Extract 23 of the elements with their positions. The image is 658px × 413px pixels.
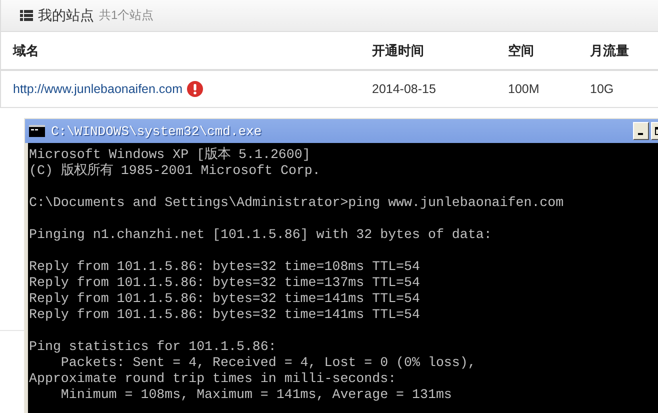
- panel-title: 我的站点: [38, 6, 94, 24]
- console-line: (C) 版权所有 1985-2001 Microsoft Corp.: [29, 163, 322, 179]
- console-line: Minimum = 108ms, Maximum = 141ms, Average = 131ms: [60, 387, 453, 403]
- console-line: Approximate round trip times in milli-seconds:: [29, 371, 398, 387]
- console-line: C:\Documents and Settings\Administrator>ping www.junlebaonaifen.com: [29, 195, 565, 211]
- console-line: Packets: Sent = 4, Received = 4, Lost = 0 (0% loss),: [60, 355, 477, 371]
- site-count: 共1个站点: [99, 7, 154, 24]
- column-header: 域名: [13, 42, 40, 60]
- table-cell-text: 100M: [508, 82, 540, 96]
- console-line: Reply from 101.1.5.86: bytes=32 time=141ms TTL=54: [29, 307, 421, 323]
- console-line: Reply from 101.1.5.86: bytes=32 time=108ms TTL=54: [29, 259, 421, 275]
- console-line: Microsoft Windows XP [版本 5.1.2600]: [29, 147, 312, 163]
- console-line: Pinging n1.chanzhi.net [101.1.5.86] with 32 bytes of data:: [29, 227, 493, 243]
- table-cell-text: 10G: [590, 82, 615, 96]
- window-title: C:\WINDOWS\system32\cmd.exe: [51, 124, 262, 138]
- table-cell-text: 2014-08-15: [372, 82, 437, 96]
- column-header: 月流量: [590, 42, 630, 60]
- console-line: Ping statistics for 101.1.5.86:: [29, 339, 278, 355]
- console-line: Reply from 101.1.5.86: bytes=32 time=141ms TTL=54: [29, 291, 421, 307]
- domain-link[interactable]: http://www.junlebaonaifen.com: [13, 82, 183, 96]
- column-header: 开通时间: [372, 42, 425, 60]
- console-line: Reply from 101.1.5.86: bytes=32 time=137ms TTL=54: [29, 275, 421, 291]
- column-header: 空间: [508, 42, 535, 60]
